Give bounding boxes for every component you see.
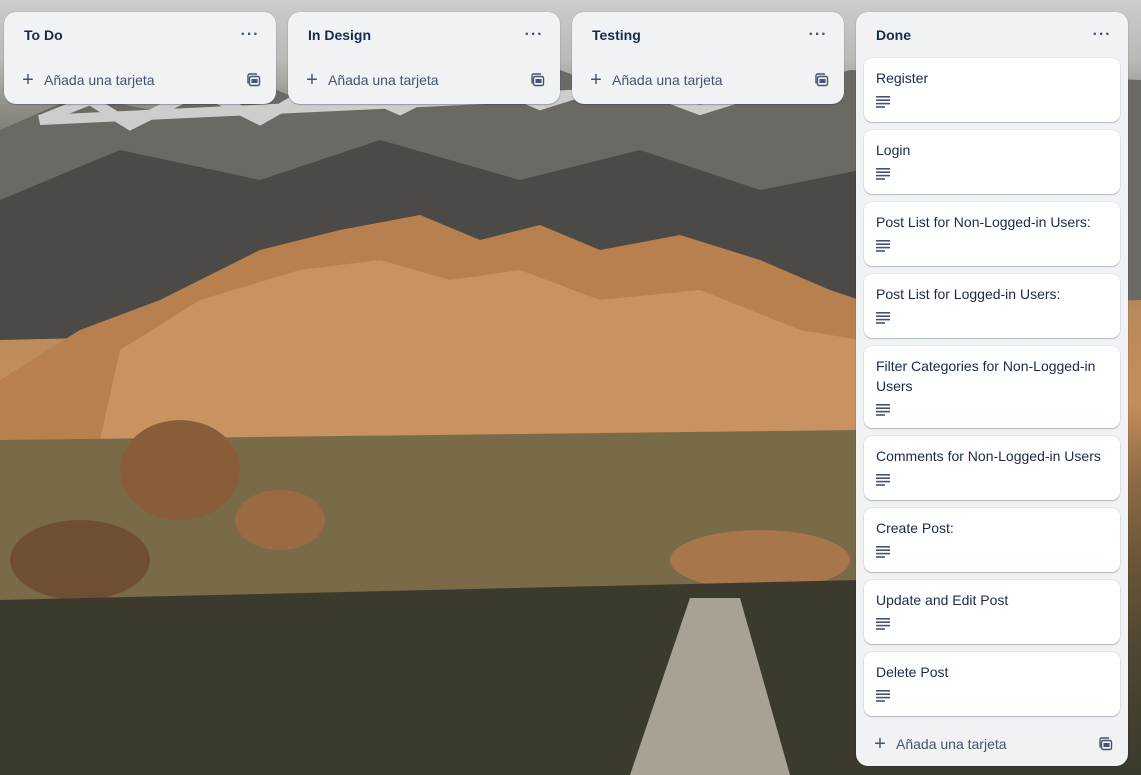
add-card-button[interactable]: + Añada una tarjeta <box>20 69 155 91</box>
card-title: Create Post: <box>876 520 954 536</box>
add-card-row: + Añada una tarjeta <box>856 722 1128 766</box>
list-in-design: In Design ··· + Añada una tarjeta <box>288 12 560 104</box>
add-card-label: Añada una tarjeta <box>328 72 439 88</box>
list-title[interactable]: In Design <box>308 27 371 43</box>
card-template-icon[interactable] <box>530 72 546 88</box>
card-title: Post List for Non-Logged-in Users: <box>876 214 1091 230</box>
add-card-label: Añada una tarjeta <box>612 72 723 88</box>
kanban-board: To Do ··· + Añada una tarjeta In Design … <box>0 0 1141 775</box>
list-title[interactable]: Done <box>876 27 911 43</box>
card-title: Register <box>876 70 929 86</box>
card-list: Register Login Post List for Non-Logged-in… <box>856 58 1128 716</box>
add-card-row: + Añada una tarjeta <box>4 58 276 102</box>
list-testing: Testing ··· + Añada una tarjeta <box>572 12 844 104</box>
list-title[interactable]: To Do <box>24 27 63 43</box>
card-badges <box>876 236 1108 256</box>
card-title: Filter Categories for Non-Logged-in User… <box>876 358 1096 394</box>
description-icon <box>876 96 890 108</box>
list-title[interactable]: Testing <box>592 27 641 43</box>
description-icon <box>876 404 890 416</box>
list-to-do: To Do ··· + Añada una tarjeta <box>4 12 276 104</box>
card[interactable]: Login <box>864 130 1120 194</box>
card[interactable]: Register <box>864 58 1120 122</box>
card-badges <box>876 400 1108 420</box>
card-template-icon[interactable] <box>814 72 830 88</box>
card-title: Delete Post <box>876 664 949 680</box>
card-title: Update and Edit Post <box>876 592 1009 608</box>
card-badges <box>876 92 1108 112</box>
description-icon <box>876 168 890 180</box>
card-badges <box>876 542 1108 562</box>
list-header[interactable]: In Design ··· <box>288 12 560 58</box>
card[interactable]: Post List for Non-Logged-in Users: <box>864 202 1120 266</box>
description-icon <box>876 474 890 486</box>
plus-icon: + <box>874 733 886 755</box>
add-card-button[interactable]: + Añada una tarjeta <box>872 733 1007 755</box>
card-badges <box>876 686 1108 706</box>
card-badges <box>876 614 1108 634</box>
card-template-icon[interactable] <box>1098 736 1114 752</box>
ellipsis-icon[interactable]: ··· <box>236 21 264 49</box>
card-title: Login <box>876 142 911 158</box>
card-title: Comments for Non-Logged-in Users <box>876 448 1101 464</box>
add-card-label: Añada una tarjeta <box>896 736 1007 752</box>
card-badges <box>876 470 1108 490</box>
description-icon <box>876 618 890 630</box>
add-card-label: Añada una tarjeta <box>44 72 155 88</box>
card-badges <box>876 308 1108 328</box>
list-done: Done ··· Register Login Post List for Non-… <box>856 12 1128 766</box>
list-header[interactable]: To Do ··· <box>4 12 276 58</box>
card[interactable]: Filter Categories for Non-Logged-in User… <box>864 346 1120 428</box>
ellipsis-icon[interactable]: ··· <box>520 21 548 49</box>
ellipsis-icon[interactable]: ··· <box>804 21 832 49</box>
description-icon <box>876 690 890 702</box>
plus-icon: + <box>590 69 602 91</box>
add-card-button[interactable]: + Añada una tarjeta <box>588 69 723 91</box>
card-template-icon[interactable] <box>246 72 262 88</box>
card-title: Post List for Logged-in Users: <box>876 286 1061 302</box>
card[interactable]: Post List for Logged-in Users: <box>864 274 1120 338</box>
card[interactable]: Comments for Non-Logged-in Users <box>864 436 1120 500</box>
list-header[interactable]: Done ··· <box>856 12 1128 58</box>
list-header[interactable]: Testing ··· <box>572 12 844 58</box>
plus-icon: + <box>22 69 34 91</box>
card-badges <box>876 164 1108 184</box>
add-card-row: + Añada una tarjeta <box>288 58 560 102</box>
add-card-row: + Añada una tarjeta <box>572 58 844 102</box>
plus-icon: + <box>306 69 318 91</box>
ellipsis-icon[interactable]: ··· <box>1088 21 1116 49</box>
add-card-button[interactable]: + Añada una tarjeta <box>304 69 439 91</box>
card[interactable]: Create Post: <box>864 508 1120 572</box>
card[interactable]: Delete Post <box>864 652 1120 716</box>
description-icon <box>876 312 890 324</box>
description-icon <box>876 546 890 558</box>
description-icon <box>876 240 890 252</box>
card[interactable]: Update and Edit Post <box>864 580 1120 644</box>
